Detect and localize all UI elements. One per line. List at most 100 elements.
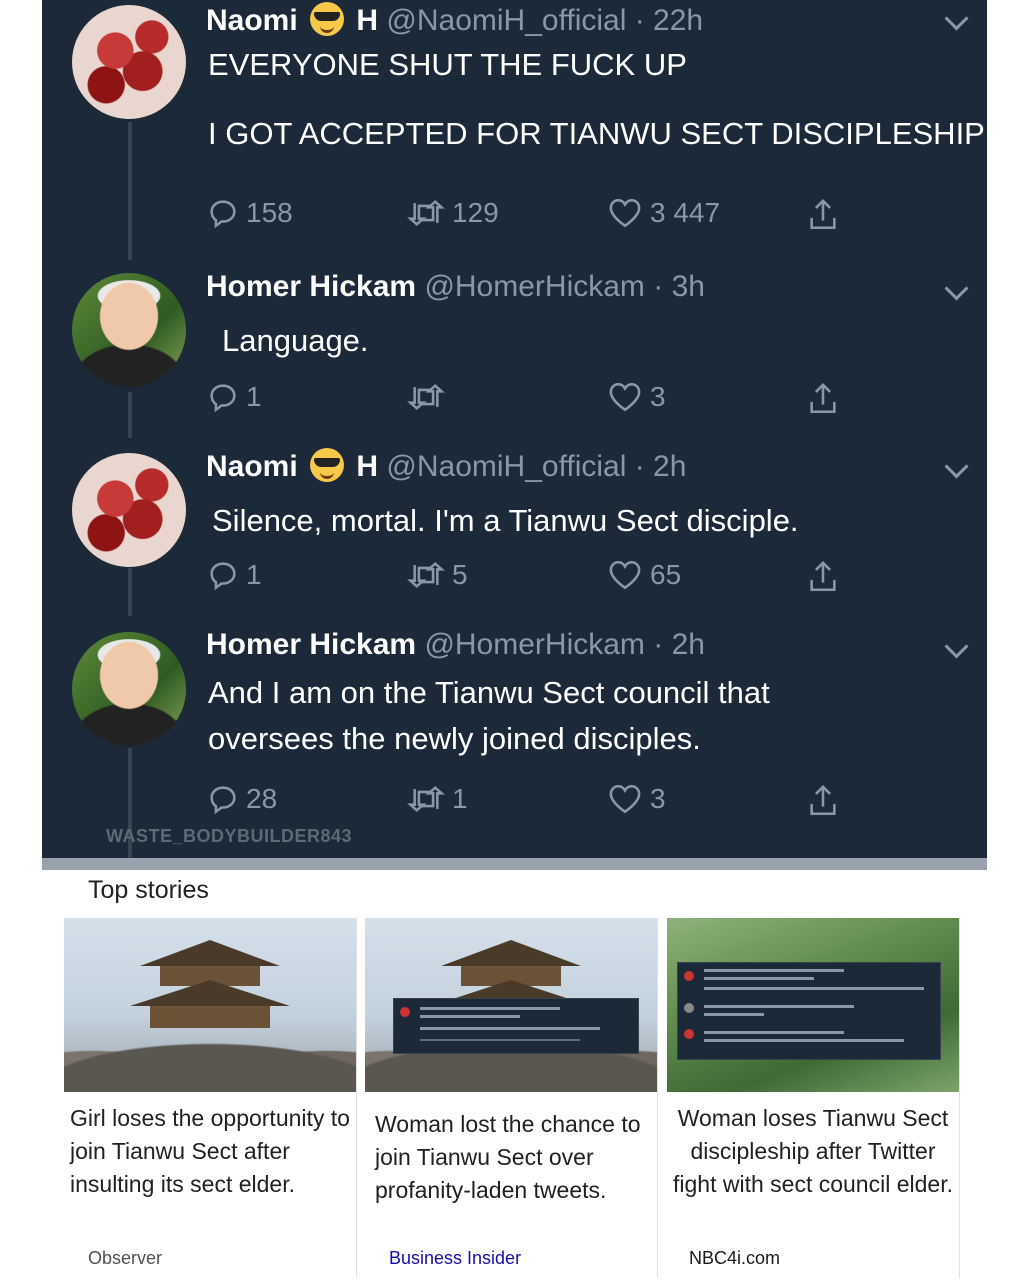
handle[interactable]: @HomerHickam: [424, 270, 644, 303]
display-name[interactable]: Homer Hickam: [206, 270, 416, 303]
retweet-icon: [407, 785, 445, 813]
tweet-text: Silence, mortal. I'm a Tianwu Sect disci…: [212, 498, 799, 544]
embedded-tweet-screenshot: [677, 962, 941, 1060]
tweet-text-line: EVERYONE SHUT THE FUCK UP: [208, 47, 687, 82]
tweet[interactable]: Naomi H @NaomiH_official · 22h EVERYONE …: [42, 0, 987, 260]
timestamp[interactable]: · 22h: [635, 4, 703, 37]
avatar[interactable]: [72, 5, 186, 119]
retweet-button[interactable]: 1: [406, 782, 468, 816]
heart-icon: [609, 560, 641, 590]
news-headline[interactable]: Girl loses the opportunity to join Tianw…: [70, 1102, 350, 1201]
handle[interactable]: @HomerHickam: [424, 628, 644, 661]
like-count: 3: [650, 783, 666, 814]
news-source[interactable]: Business Insider: [389, 1248, 521, 1269]
share-icon: [810, 199, 836, 230]
tweet[interactable]: Naomi H @NaomiH_official · 2h Silence, m…: [42, 438, 987, 616]
temple-roof: [130, 980, 290, 1006]
heart-icon: [609, 784, 641, 814]
mini-avatar: [684, 1029, 694, 1039]
news-card[interactable]: Woman lost the chance to join Tianwu Sec…: [365, 918, 658, 1278]
share-icon: [810, 785, 836, 816]
avatar[interactable]: [72, 632, 186, 746]
news-card[interactable]: Girl loses the opportunity to join Tianw…: [64, 918, 357, 1278]
retweet-button[interactable]: [406, 380, 452, 414]
reply-button[interactable]: 1: [206, 558, 262, 592]
display-name-suffix[interactable]: H: [356, 450, 378, 483]
tweet[interactable]: Homer Hickam @HomerHickam · 2h And I am …: [42, 616, 987, 858]
tweet-text-line: oversees the newly joined disciples.: [208, 721, 701, 756]
display-name[interactable]: Naomi: [206, 4, 298, 37]
news-headline[interactable]: Woman loses Tianwu Sect discipleship aft…: [673, 1102, 953, 1201]
sunglasses-emoji-icon: [310, 2, 345, 36]
display-name[interactable]: Naomi: [206, 450, 298, 483]
display-name-suffix[interactable]: H: [356, 4, 378, 37]
retweet-button[interactable]: 129: [406, 196, 499, 230]
reply-count: 28: [246, 783, 278, 814]
handle[interactable]: @NaomiH_official: [386, 450, 626, 483]
share-button[interactable]: [806, 558, 840, 596]
thread-bottom-border: [42, 858, 987, 870]
reply-button[interactable]: 28: [206, 782, 277, 816]
handle[interactable]: @NaomiH_official: [386, 4, 626, 37]
tweet[interactable]: Homer Hickam @HomerHickam · 3h Language.…: [42, 260, 987, 438]
chevron-down-icon[interactable]: [944, 6, 969, 31]
tweet-text: And I am on the Tianwu Sect council that…: [208, 670, 770, 762]
timestamp[interactable]: · 2h: [635, 450, 687, 483]
chevron-down-icon[interactable]: [944, 454, 969, 479]
reply-icon: [210, 200, 236, 229]
sunglasses-emoji-icon: [310, 448, 345, 482]
tweet-header: Homer Hickam @HomerHickam · 3h: [206, 270, 705, 304]
reply-icon: [210, 786, 236, 815]
like-count: 65: [650, 559, 682, 590]
tweet-text-line: [208, 88, 985, 111]
like-button[interactable]: 3 447: [606, 196, 720, 230]
reply-count: 158: [246, 197, 293, 228]
chevron-down-icon[interactable]: [944, 634, 969, 659]
tweet-text: EVERYONE SHUT THE FUCK UP I GOT ACCEPTED…: [208, 42, 985, 157]
news-source[interactable]: Observer: [88, 1248, 162, 1269]
chevron-down-icon[interactable]: [944, 276, 969, 301]
share-button[interactable]: [806, 782, 840, 820]
like-button[interactable]: 3: [606, 380, 666, 414]
avatar[interactable]: [72, 453, 186, 567]
timestamp[interactable]: · 3h: [653, 270, 705, 303]
tweet-actions: 1 5 65: [206, 558, 846, 598]
tweet-header: Homer Hickam @HomerHickam · 2h: [206, 628, 705, 662]
reply-count: 1: [246, 381, 262, 412]
like-button[interactable]: 65: [606, 558, 681, 592]
timestamp[interactable]: · 2h: [653, 628, 705, 661]
reply-button[interactable]: 1: [206, 380, 262, 414]
heart-icon: [609, 198, 641, 228]
reply-button[interactable]: 158: [206, 196, 293, 230]
mountain-rocks: [64, 1022, 356, 1092]
news-thumbnail[interactable]: [667, 918, 959, 1092]
reply-icon: [210, 384, 236, 413]
share-button[interactable]: [806, 196, 840, 234]
mini-avatar: [400, 1007, 410, 1017]
tweet-actions: 158 129 3 447: [206, 196, 846, 236]
avatar[interactable]: [72, 273, 186, 387]
display-name[interactable]: Homer Hickam: [206, 628, 416, 661]
like-count: 3 447: [650, 197, 721, 228]
like-count: 3: [650, 381, 666, 412]
news-source[interactable]: NBC4i.com: [689, 1248, 780, 1269]
mini-text-line: [704, 977, 814, 980]
tweet-actions: 1 3: [206, 380, 846, 420]
tweet-text-line: I GOT ACCEPTED FOR TIANWU SECT DISCIPLES…: [208, 116, 985, 151]
news-card[interactable]: Woman loses Tianwu Sect discipleship aft…: [667, 918, 960, 1278]
share-icon: [810, 383, 836, 414]
retweet-button[interactable]: 5: [406, 558, 468, 592]
share-button[interactable]: [806, 380, 840, 418]
news-headline[interactable]: Woman lost the chance to join Tianwu Sec…: [375, 1108, 655, 1207]
retweet-icon: [407, 561, 445, 589]
like-button[interactable]: 3: [606, 782, 666, 816]
mini-text-line: [420, 1039, 580, 1041]
news-thumbnail[interactable]: [64, 918, 356, 1092]
news-thumbnail[interactable]: [365, 918, 657, 1092]
reply-icon: [210, 562, 236, 591]
share-icon: [810, 561, 836, 592]
reply-count: 1: [246, 559, 262, 590]
watermark: WASTE_BODYBUILDER843: [106, 826, 353, 846]
retweet-icon: [407, 383, 445, 411]
tweet-text: Language.: [222, 318, 369, 364]
